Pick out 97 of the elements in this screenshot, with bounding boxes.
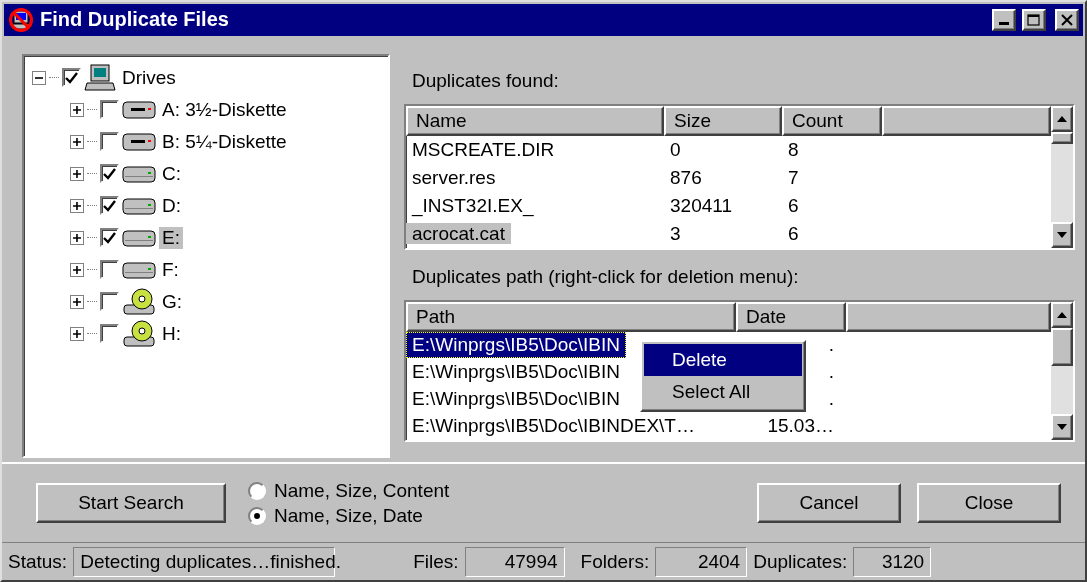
expand-toggle[interactable]: [70, 166, 84, 181]
checkbox[interactable]: [100, 100, 119, 120]
table-cell[interactable]: MSCREATE.DIR: [406, 138, 561, 160]
menu-item[interactable]: Delete: [644, 343, 802, 376]
column-header[interactable]: Count: [782, 105, 882, 136]
expand-toggle[interactable]: [70, 230, 84, 245]
scroll-down-button[interactable]: [1051, 221, 1073, 248]
tree-item-label[interactable]: G:: [159, 290, 186, 313]
down-arrow-icon: [1057, 423, 1067, 430]
plus-icon: [72, 168, 82, 179]
tree-item-label[interactable]: F:: [159, 258, 182, 281]
cd-drive-icon: [122, 287, 156, 316]
expand-toggle[interactable]: [70, 262, 84, 277]
status-value: 47994: [464, 546, 565, 577]
status-label: Status:: [8, 550, 68, 573]
column-header[interactable]: Path: [406, 301, 736, 332]
tree-item-label[interactable]: Drives: [119, 66, 179, 89]
checkbox[interactable]: [100, 132, 119, 152]
floppy-drive-icon: [122, 98, 156, 121]
start-search-button[interactable]: Start Search: [36, 483, 226, 524]
maximize-button[interactable]: [1022, 8, 1046, 31]
status-label: Files:: [413, 550, 459, 573]
window-title: Find Duplicate Files: [40, 8, 230, 32]
column-header[interactable]: Date: [736, 301, 846, 332]
expand-toggle[interactable]: [70, 134, 84, 149]
status-value: 3120: [853, 546, 932, 577]
plus-icon: [72, 296, 82, 307]
table-cell-text: .: [827, 387, 835, 412]
up-arrow-icon: [1057, 115, 1067, 122]
tree-item-label[interactable]: A: 3½-Diskette: [159, 98, 290, 121]
scroll-up-button[interactable]: [1051, 105, 1073, 132]
close-icon: [1061, 13, 1073, 26]
table-cell[interactable]: acrocat.cat: [406, 222, 511, 244]
table-cell-text: .: [827, 333, 835, 358]
computer-icon: [84, 62, 116, 93]
radio-label: Name, Size, Content: [274, 479, 450, 502]
dialog-button[interactable]: Cancel: [757, 483, 901, 524]
expand-toggle[interactable]: [32, 70, 46, 85]
table-cell-text: 3: [669, 221, 682, 246]
checkbox[interactable]: [100, 196, 119, 216]
panel-label: Duplicates found:: [411, 68, 560, 93]
minimize-button[interactable]: [992, 8, 1016, 31]
tree-item-label[interactable]: E:: [159, 226, 183, 249]
status-label: Duplicates:: [753, 550, 848, 573]
table-cell[interactable]: server.res: [406, 166, 502, 188]
table-cell-text: 0: [669, 137, 682, 162]
table-cell-text: 6: [787, 193, 800, 218]
scroll-up-button[interactable]: [1051, 301, 1073, 328]
plus-icon: [72, 232, 82, 243]
table-cell-text: 7: [787, 165, 800, 190]
status-value: 2404: [655, 546, 748, 577]
table-cell-text: 320411: [669, 193, 733, 218]
minimize-icon: [999, 22, 1009, 26]
tree-item-label[interactable]: B: 5¼-Diskette: [159, 130, 290, 153]
table-cell-text: 876: [669, 165, 703, 190]
table-cell[interactable]: E:\Winprgs\IB5\Doc\IBIN: [406, 359, 626, 386]
plus-icon: [72, 200, 82, 211]
plus-icon: [72, 136, 82, 147]
tree-item-label[interactable]: D:: [159, 194, 184, 217]
expand-toggle[interactable]: [70, 102, 84, 117]
menu-item[interactable]: Select All: [644, 375, 802, 408]
checkbox[interactable]: [100, 260, 119, 280]
table-cell-text: 6: [787, 221, 800, 246]
checkbox[interactable]: [100, 228, 119, 248]
plus-icon: [72, 264, 82, 275]
radio-label: Name, Size, Date: [274, 504, 423, 527]
table-cell[interactable]: E:\Winprgs\IB5\Doc\IBINDEX\T…: [406, 413, 701, 440]
table-cell-text: 15.03…: [766, 414, 835, 439]
expand-toggle[interactable]: [70, 326, 84, 341]
tree-item-label[interactable]: H:: [159, 322, 184, 345]
table-cell-text: 8: [787, 137, 800, 162]
table-cell[interactable]: E:\Winprgs\IB5\Doc\IBIN: [406, 386, 626, 413]
table-cell[interactable]: E:\Winprgs\IB5\Doc\IBIN: [406, 332, 626, 359]
scroll-down-button[interactable]: [1051, 413, 1073, 440]
table-cell-text: .: [827, 360, 835, 385]
column-header[interactable]: Name: [406, 105, 664, 136]
plus-icon: [72, 104, 82, 115]
down-arrow-icon: [1057, 231, 1067, 238]
radio-button[interactable]: [248, 481, 266, 500]
maximize-icon: [1027, 13, 1041, 26]
status-label: Folders:: [580, 550, 650, 573]
up-arrow-icon: [1057, 311, 1067, 318]
cd-drive-icon: [122, 319, 156, 348]
app-icon: [8, 6, 34, 33]
plus-icon: [72, 328, 82, 339]
scroll-thumb[interactable]: [1051, 327, 1073, 366]
column-header[interactable]: Size: [664, 105, 782, 136]
radio-button[interactable]: [248, 506, 266, 525]
dialog-button[interactable]: Close: [917, 483, 1061, 524]
panel-label: Duplicates path (right-click for deletion menu):: [411, 264, 800, 289]
tree-item-label[interactable]: C:: [159, 162, 184, 185]
table-cell[interactable]: _INST32I.EX_: [406, 194, 540, 216]
floppy-drive-icon: [122, 130, 156, 153]
checkbox[interactable]: [100, 164, 119, 184]
close-button[interactable]: [1055, 8, 1079, 31]
expand-toggle[interactable]: [70, 294, 84, 309]
expand-toggle[interactable]: [70, 198, 84, 213]
